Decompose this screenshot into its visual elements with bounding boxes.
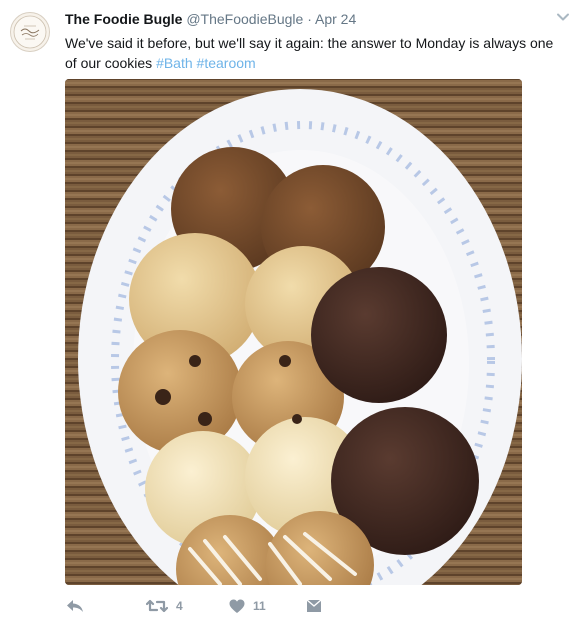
envelope-icon bbox=[306, 599, 322, 612]
chevron-down-icon[interactable] bbox=[556, 10, 570, 24]
hashtag-bath[interactable]: #Bath bbox=[156, 55, 193, 71]
avatar[interactable] bbox=[10, 12, 50, 52]
photo-of-cookies-on-plate-icon bbox=[65, 79, 522, 585]
foodie-bugle-logo-icon bbox=[13, 15, 47, 49]
author-name[interactable]: The Foodie Bugle bbox=[65, 11, 182, 27]
tweet-body: We've said it before, but we'll say it a… bbox=[65, 35, 554, 71]
reply-icon bbox=[67, 600, 83, 612]
retweet-count: 4 bbox=[176, 599, 183, 613]
tweet-photo[interactable] bbox=[65, 79, 522, 585]
tweet-date[interactable]: Apr 24 bbox=[315, 11, 356, 27]
hashtag-tearoom[interactable]: #tearoom bbox=[197, 55, 256, 71]
tweet-actions: 4 11 bbox=[65, 596, 565, 616]
tweet-card[interactable]: The Foodie Bugle @TheFoodieBugle · Apr 2… bbox=[0, 0, 578, 622]
header-separator: · bbox=[307, 11, 312, 27]
retweet-icon bbox=[146, 599, 168, 613]
heart-icon bbox=[229, 599, 245, 613]
tweet-header: The Foodie Bugle @TheFoodieBugle · Apr 2… bbox=[65, 10, 356, 28]
reply-button[interactable] bbox=[66, 596, 84, 616]
like-count: 11 bbox=[253, 599, 266, 613]
retweet-button[interactable]: 4 bbox=[146, 596, 183, 616]
tweet-text: We've said it before, but we'll say it a… bbox=[65, 33, 565, 73]
author-handle[interactable]: @TheFoodieBugle bbox=[186, 11, 303, 27]
message-button[interactable] bbox=[306, 596, 322, 616]
like-button[interactable]: 11 bbox=[229, 596, 266, 616]
